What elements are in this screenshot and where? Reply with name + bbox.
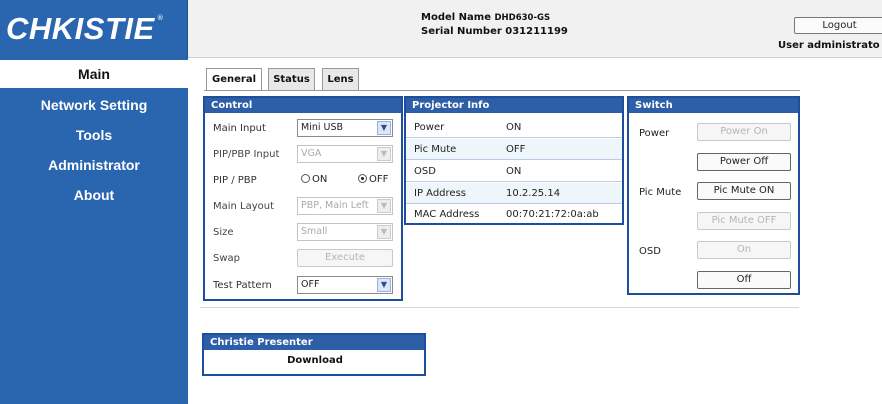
sidebar: Main Network Setting Tools Administrator… [0,58,188,404]
switch-osd-label: OSD [639,246,661,257]
osd-off-button[interactable]: Off [697,271,791,289]
pip-input-value: VGA [301,148,322,159]
user-label: User administrato [778,40,880,51]
info-value: OFF [506,144,526,155]
pip-pbp-label: PIP / PBP [213,175,257,186]
pip-pbp-on-radio[interactable]: ON [301,174,327,185]
pip-input-row: PIP/PBP Input VGA ▼ [205,145,401,165]
test-pattern-row: Test Pattern OFF ▼ [205,276,401,296]
logo-registered-mark: ® [156,14,164,22]
main-layout-select[interactable]: PBP, Main Left ▼ [297,197,393,215]
download-link[interactable]: Download [204,355,426,366]
projector-info-title: Projector Info [406,98,622,113]
osd-on-button[interactable]: On [697,241,791,259]
sidebar-item-administrator[interactable]: Administrator [0,150,188,180]
chevron-down-icon: ▼ [377,121,391,135]
header: Model Name DHD630-GS Serial Number 03121… [188,0,882,58]
info-key: Power [414,122,445,133]
chevron-down-icon: ▼ [377,199,391,213]
size-select[interactable]: Small ▼ [297,223,393,241]
chevron-down-icon: ▼ [377,225,391,239]
info-row-power: Power ON [406,117,622,138]
serial-number: Serial Number 031211199 [421,26,568,37]
sidebar-item-about[interactable]: About [0,180,188,210]
size-row: Size Small ▼ [205,223,401,243]
control-title: Control [205,98,401,113]
info-key: Pic Mute [414,144,457,155]
size-label: Size [213,227,234,238]
pip-pbp-row: PIP / PBP ON OFF [205,171,401,191]
main-input-value: Mini USB [301,122,344,133]
power-off-button[interactable]: Power Off [697,153,791,171]
main-input-select[interactable]: Mini USB ▼ [297,119,393,137]
radio-selected-icon [358,174,367,183]
info-value: 10.2.25.14 [506,188,561,199]
model-name-label: Model Name [421,12,491,23]
model-name-value: DHD630-GS [494,13,551,23]
swap-row: Swap Execute [205,249,401,269]
sidebar-item-tools[interactable]: Tools [0,120,188,150]
chevron-down-icon: ▼ [377,147,391,161]
chevron-down-icon: ▼ [377,278,391,292]
tab-lens[interactable]: Lens [322,68,359,90]
info-value: ON [506,122,522,133]
logout-button[interactable]: Logout [794,17,882,34]
size-value: Small [301,226,328,237]
pip-pbp-off-label: OFF [369,174,389,185]
serial-number-label: Serial Number [421,26,502,37]
main-input-label: Main Input [213,123,266,134]
info-key: OSD [414,166,436,177]
info-value: ON [506,166,522,177]
info-key: IP Address [414,188,466,199]
main-layout-label: Main Layout [213,201,275,212]
logo-text: CHKISTIE [6,11,155,46]
pip-input-select[interactable]: VGA ▼ [297,145,393,163]
pip-pbp-off-radio[interactable]: OFF [358,174,388,185]
main-layout-value: PBP, Main Left [301,200,369,211]
test-pattern-select[interactable]: OFF ▼ [297,276,393,294]
power-on-button[interactable]: Power On [697,123,791,141]
pic-mute-on-button[interactable]: Pic Mute ON [697,182,791,200]
control-panel: Control Main Input Mini USB ▼ PIP/PBP In… [203,96,403,301]
switch-pic-mute-label: Pic Mute [639,187,682,198]
section-divider [200,307,799,308]
info-row-osd: OSD ON [406,161,622,182]
test-pattern-label: Test Pattern [213,280,272,291]
main-input-row: Main Input Mini USB ▼ [205,119,401,139]
logo: CHKISTIE ® [0,0,188,58]
radio-off-icon [301,174,310,183]
main-layout-row: Main Layout PBP, Main Left ▼ [205,197,401,217]
pip-input-label: PIP/PBP Input [213,149,280,160]
presenter-title: Christie Presenter [204,335,424,350]
switch-power-label: Power [639,128,670,139]
test-pattern-value: OFF [301,279,320,290]
sidebar-item-network-setting[interactable]: Network Setting [0,90,188,120]
info-row-ip-address: IP Address 10.2.25.14 [406,183,622,204]
pic-mute-off-button[interactable]: Pic Mute OFF [697,212,791,230]
tab-general[interactable]: General [206,68,262,91]
info-row-pic-mute: Pic Mute OFF [406,139,622,160]
pip-pbp-on-label: ON [312,174,328,185]
model-name: Model Name DHD630-GS [421,12,550,23]
projector-info-panel: Projector Info Power ON Pic Mute OFF OSD… [404,96,624,225]
swap-label: Swap [213,253,241,264]
info-key: MAC Address [414,209,480,220]
sidebar-item-main[interactable]: Main [0,60,188,88]
info-value: 00:70:21:72:0a:ab [506,209,599,220]
execute-button[interactable]: Execute [297,249,393,267]
presenter-panel: Christie Presenter Download [202,333,426,376]
tab-status[interactable]: Status [268,68,315,90]
serial-number-value: 031211199 [505,26,568,37]
switch-panel: Switch Power Power On Power Off Pic Mute… [627,96,800,295]
switch-title: Switch [629,98,798,113]
info-row-mac-address: MAC Address 00:70:21:72:0a:ab [406,204,622,225]
tab-underline [204,90,800,91]
